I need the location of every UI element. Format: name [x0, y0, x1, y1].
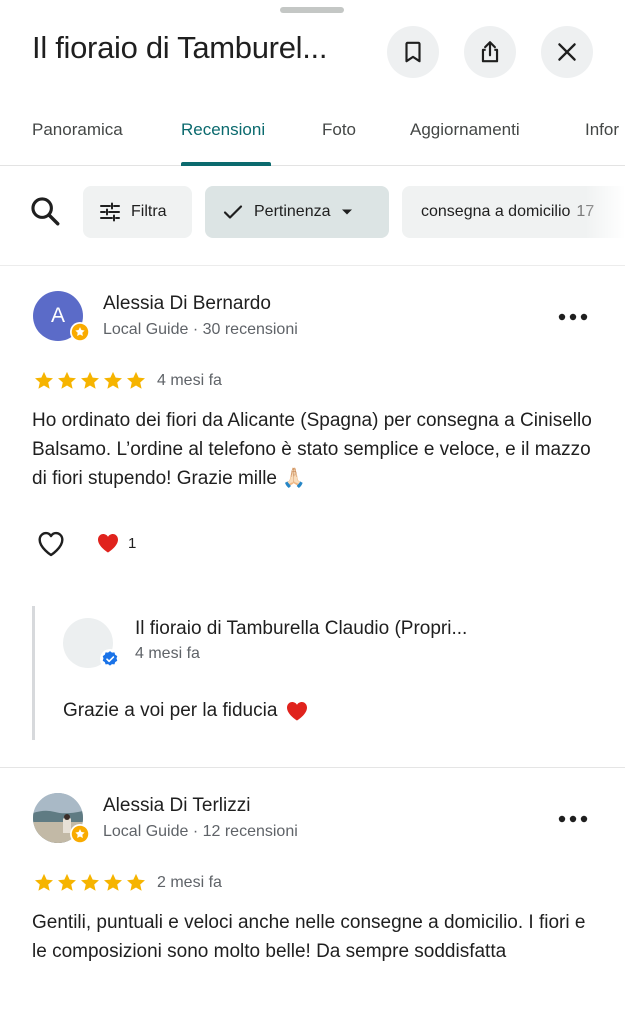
share-button[interactable]	[464, 26, 516, 78]
sort-label: Pertinenza	[254, 203, 331, 220]
tab-bar: Panoramica Recensioni Foto Aggiornamenti…	[0, 100, 625, 166]
verified-badge-icon	[100, 649, 120, 669]
star-icon	[104, 873, 122, 891]
review-date: 2 mesi fa	[157, 874, 222, 891]
place-title: Il fioraio di Tamburel...	[32, 30, 328, 65]
search-icon	[31, 197, 60, 226]
reviewer-meta: Local Guide · 12 recensioni	[103, 823, 298, 840]
owner-reply: Il fioraio di Tamburella Claudio (Propri…	[32, 606, 612, 740]
review-filter-bar: Filtra Pertinenza consegna a domicilio 1…	[0, 166, 625, 266]
review-card: A Alessia Di Bernardo Local Guide · 30 r…	[0, 266, 625, 767]
more-options-button[interactable]	[555, 302, 591, 332]
local-guide-badge-icon	[70, 824, 90, 844]
reviewer-name[interactable]: Alessia Di Bernardo	[103, 293, 271, 315]
owner-name: Il fioraio di Tamburella Claudio (Propri…	[135, 618, 468, 639]
tab-overview[interactable]: Panoramica	[32, 120, 123, 140]
review-text: Ho ordinato dei fiori da Alicante (Spagn…	[32, 410, 592, 489]
place-header: Il fioraio di Tamburel...	[0, 20, 625, 82]
star-icon	[81, 873, 99, 891]
owner-reply-text-row: Grazie a voi per la fiducia	[63, 700, 309, 722]
owner-reply-date: 4 mesi fa	[135, 645, 200, 662]
star-icon	[35, 371, 53, 389]
topic-label: consegna a domicilio	[421, 203, 571, 220]
tab-updates[interactable]: Aggiornamenti	[410, 120, 520, 140]
star-icon	[104, 371, 122, 389]
review-card: Alessia Di Terlizzi Local Guide · 12 rec…	[0, 768, 625, 1024]
more-horizontal-icon	[558, 313, 588, 321]
drag-handle[interactable]	[280, 7, 344, 13]
reaction-count: 1	[128, 534, 137, 552]
star-icon	[58, 371, 76, 389]
star-icon	[127, 371, 145, 389]
tune-icon	[100, 202, 120, 222]
star-icon	[58, 873, 76, 891]
bookmark-icon	[405, 41, 421, 63]
reviewer-meta: Local Guide · 30 recensioni	[103, 321, 298, 338]
reaction-summary[interactable]: 1	[96, 532, 136, 554]
star-icon	[35, 873, 53, 891]
filter-chip[interactable]: Filtra	[83, 186, 192, 238]
star-icon	[81, 371, 99, 389]
share-icon	[481, 41, 499, 63]
like-button[interactable]	[33, 526, 69, 560]
review-text: Gentili, puntuali e veloci anche nelle c…	[32, 912, 586, 962]
tab-info[interactable]: Infor	[585, 120, 619, 140]
owner-reply-text: Grazie a voi per la fiducia	[63, 700, 278, 721]
star-icon	[127, 873, 145, 891]
dropdown-arrow-icon	[341, 209, 352, 215]
save-button[interactable]	[387, 26, 439, 78]
star-rating	[33, 872, 147, 894]
search-reviews-button[interactable]	[28, 194, 62, 228]
local-guide-badge-icon	[70, 322, 90, 342]
more-options-button[interactable]	[555, 804, 591, 834]
tab-photos[interactable]: Foto	[322, 120, 356, 140]
review-date: 4 mesi fa	[157, 372, 222, 389]
close-icon	[558, 43, 576, 61]
red-heart-icon	[287, 702, 308, 721]
filter-label: Filtra	[131, 203, 167, 220]
sort-chip[interactable]: Pertinenza	[205, 186, 389, 238]
check-icon	[223, 205, 243, 219]
red-heart-icon	[98, 534, 118, 553]
star-rating	[33, 370, 147, 392]
scroll-fade	[585, 186, 625, 238]
more-horizontal-icon	[558, 815, 588, 823]
reviewer-name[interactable]: Alessia Di Terlizzi	[103, 795, 250, 817]
tab-reviews[interactable]: Recensioni	[181, 120, 265, 140]
heart-outline-icon	[38, 531, 64, 557]
close-button[interactable]	[541, 26, 593, 78]
